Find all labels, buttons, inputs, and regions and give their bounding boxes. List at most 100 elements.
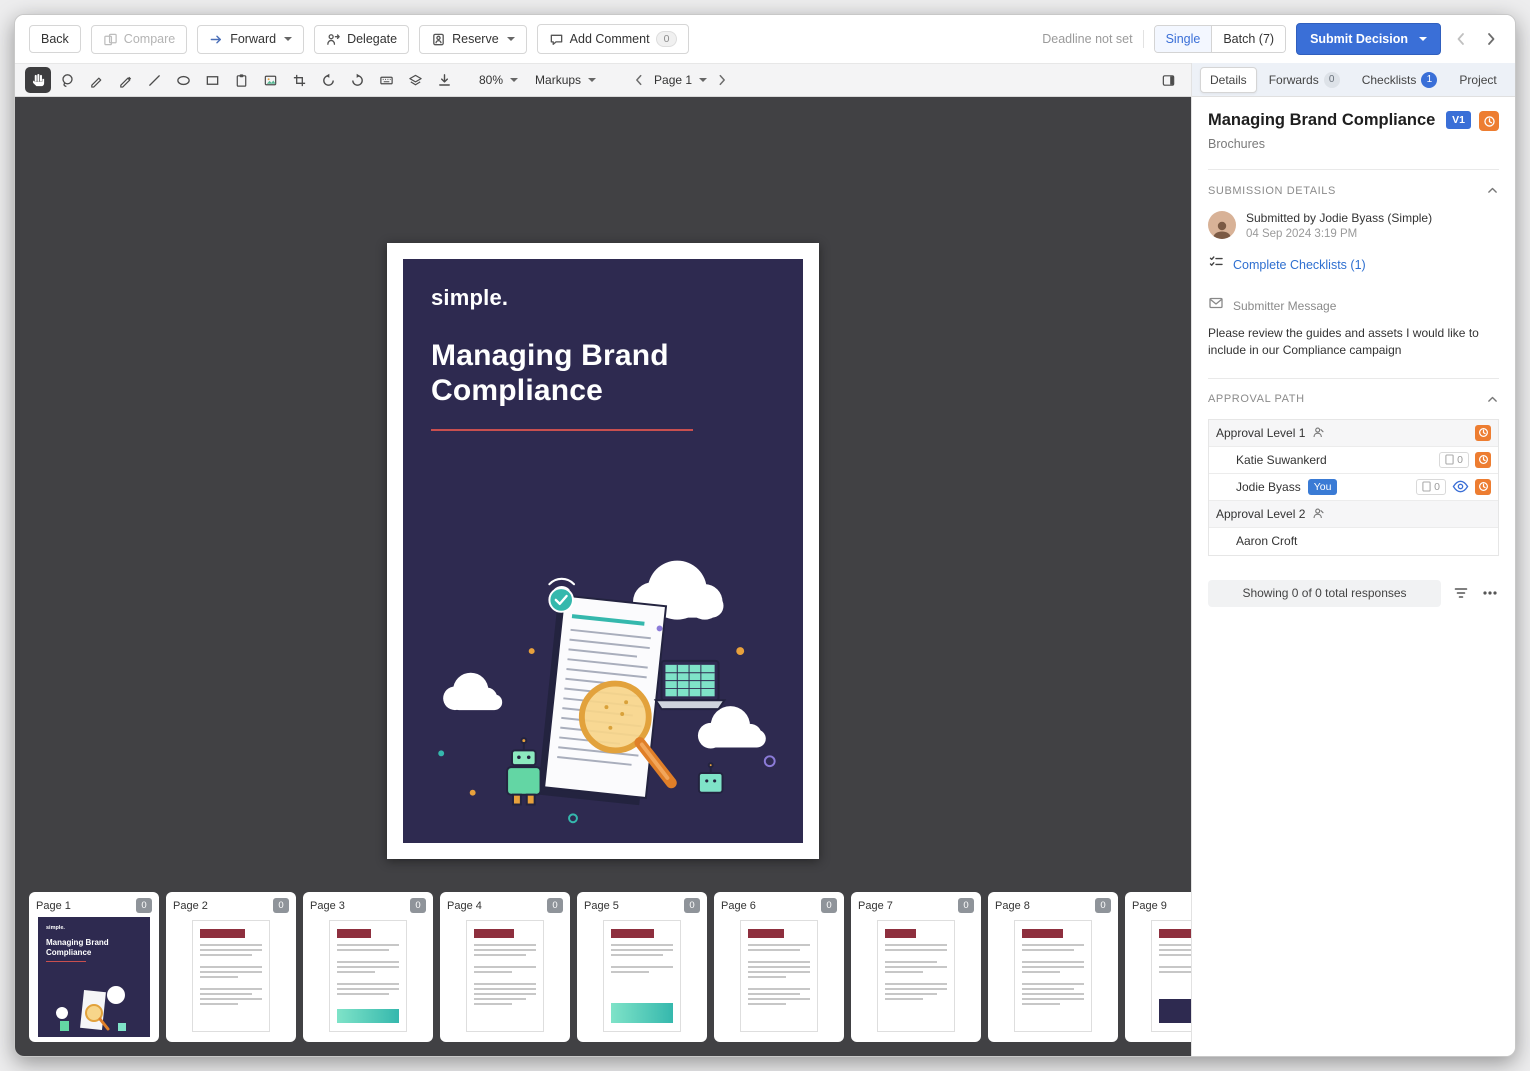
next-item-chevron-icon[interactable] [1481,29,1501,49]
tab-details[interactable]: Details [1200,67,1257,93]
collapse-approval-chevron-icon[interactable] [1486,393,1499,406]
line-tool-icon[interactable] [141,67,167,93]
page-thumbnail-2[interactable]: Page 20 [166,892,296,1042]
delegate-icon [326,32,341,47]
reserve-caret-icon [507,37,515,41]
single-mode-button[interactable]: Single [1155,26,1213,52]
thumb-preview [584,917,700,1034]
lasso-select-tool-icon[interactable] [54,67,80,93]
more-options-icon[interactable] [1481,585,1499,601]
sidebar-body: Managing Brand Compliance V1 Brochures S… [1192,97,1515,1056]
back-button-label: Back [41,32,69,46]
page-thumbnail-9[interactable]: Page 90 [1125,892,1191,1042]
collapse-submission-chevron-icon[interactable] [1486,184,1499,197]
asset-title: Managing Brand Compliance [1208,111,1438,131]
submitter-info: Submitted by Jodie Byass (Simple) 04 Sep… [1246,211,1432,240]
approval-path-list: Approval Level 1 Katie Suwankerd [1208,419,1499,556]
thumb-title-line2: Compliance [46,948,142,958]
approver-group-icon [1312,426,1325,439]
rectangle-tool-icon[interactable] [199,67,225,93]
clipboard-tool-icon[interactable] [228,67,254,93]
page-thumbnail-6[interactable]: Page 60 [714,892,844,1042]
thumb-preview [173,917,289,1034]
tab-forwards[interactable]: Forwards 0 [1259,66,1350,94]
markups-dropdown[interactable]: Markups [528,69,603,91]
compare-button[interactable]: Compare [91,25,187,54]
thumb-label: Page 1 [36,900,71,912]
rotate-left-icon[interactable] [315,67,341,93]
pan-hand-tool-icon[interactable] [25,67,51,93]
document-canvas[interactable]: simple. Managing Brand Compliance [15,97,1191,884]
prev-page-chevron-icon[interactable] [632,73,646,87]
thumb-label: Page 2 [173,900,208,912]
submitter-row: Submitted by Jodie Byass (Simple) 04 Sep… [1208,211,1499,240]
zoom-dropdown[interactable]: 80% [472,69,525,91]
responses-row: Showing 0 of 0 total responses [1208,580,1499,607]
thumb-title-line1: Managing Brand [46,938,142,948]
thumb-cover: simple. Managing BrandCompliance [38,917,150,1037]
image-stamp-tool-icon[interactable] [257,67,283,93]
tab-checklists-badge: 1 [1421,72,1437,88]
keyboard-shortcuts-icon[interactable] [373,67,399,93]
back-button[interactable]: Back [29,25,81,53]
tab-project[interactable]: Project [1449,67,1506,93]
pen-tool-icon[interactable] [83,67,109,93]
submit-decision-label: Submit Decision [1310,32,1408,46]
responses-summary: Showing 0 of 0 total responses [1208,580,1441,607]
zoom-caret-icon [510,78,518,82]
document-page[interactable]: simple. Managing Brand Compliance [387,243,819,859]
approver-comment-count: 0 [1416,479,1446,495]
thumb-comment-count: 0 [410,898,426,913]
document-title-line1: Managing Brand [431,339,775,374]
forward-button[interactable]: Forward [197,25,304,54]
thumb-preview: simple. Managing BrandCompliance [36,917,152,1037]
batch-mode-button[interactable]: Batch (7) [1212,26,1285,52]
approver-comment-count: 0 [1439,452,1469,468]
checklist-icon [1208,254,1224,275]
thumb-page [603,920,681,1032]
page-thumbnail-4[interactable]: Page 40 [440,892,570,1042]
thumb-comment-count: 0 [547,898,563,913]
complete-checklists-link[interactable]: Complete Checklists (1) [1233,258,1366,272]
version-badge[interactable]: V1 [1446,111,1471,129]
you-badge: You [1308,479,1338,495]
delegate-button[interactable]: Delegate [314,25,409,54]
crop-tool-icon[interactable] [286,67,312,93]
page-thumbnail-1[interactable]: Page 10 simple. Managing BrandCompliance [29,892,159,1042]
thumb-label: Page 6 [721,900,756,912]
tab-forwards-label: Forwards [1269,73,1319,87]
approval-level-2-label: Approval Level 2 [1216,507,1305,521]
toggle-sidebar-icon[interactable] [1155,67,1181,93]
approver-name: Jodie Byass [1216,480,1301,494]
approval-path-title: APPROVAL PATH [1208,393,1305,405]
page-select-dropdown[interactable]: Page 1 [652,69,709,91]
ellipse-tool-icon[interactable] [170,67,196,93]
layers-icon[interactable] [402,67,428,93]
page-thumbnail-3[interactable]: Page 30 [303,892,433,1042]
page-thumbnail-8[interactable]: Page 8 0 [988,892,1118,1042]
thumb-page [740,920,818,1032]
prev-item-chevron-icon[interactable] [1451,29,1471,49]
details-sidebar: Details Forwards 0 Checklists 1 Project … [1191,63,1515,1056]
thumb-title-rule [46,961,86,962]
thumb-page [466,920,544,1032]
thumb-page [329,920,407,1032]
rotate-right-icon[interactable] [344,67,370,93]
add-comment-button[interactable]: Add Comment 0 [537,24,690,54]
thumb-label: Page 9 [1132,900,1167,912]
tab-checklists[interactable]: Checklists 1 [1352,66,1448,94]
next-page-chevron-icon[interactable] [715,73,729,87]
complete-checklists-row[interactable]: Complete Checklists (1) [1208,254,1499,275]
submit-decision-button[interactable]: Submit Decision [1296,23,1441,55]
approver-comment-count-value: 0 [1434,481,1440,493]
asset-title-row: Managing Brand Compliance V1 [1208,111,1499,131]
download-icon[interactable] [431,67,457,93]
thumb-label: Page 8 [995,900,1030,912]
filter-icon[interactable] [1453,585,1469,601]
page-thumbnail-5[interactable]: Page 50 [577,892,707,1042]
thumb-comment-count: 0 [1095,898,1111,913]
add-comment-count-badge: 0 [656,31,678,47]
page-thumbnail-7[interactable]: Page 70 [851,892,981,1042]
reserve-button[interactable]: Reserve [419,25,527,54]
marker-tool-icon[interactable] [112,67,138,93]
